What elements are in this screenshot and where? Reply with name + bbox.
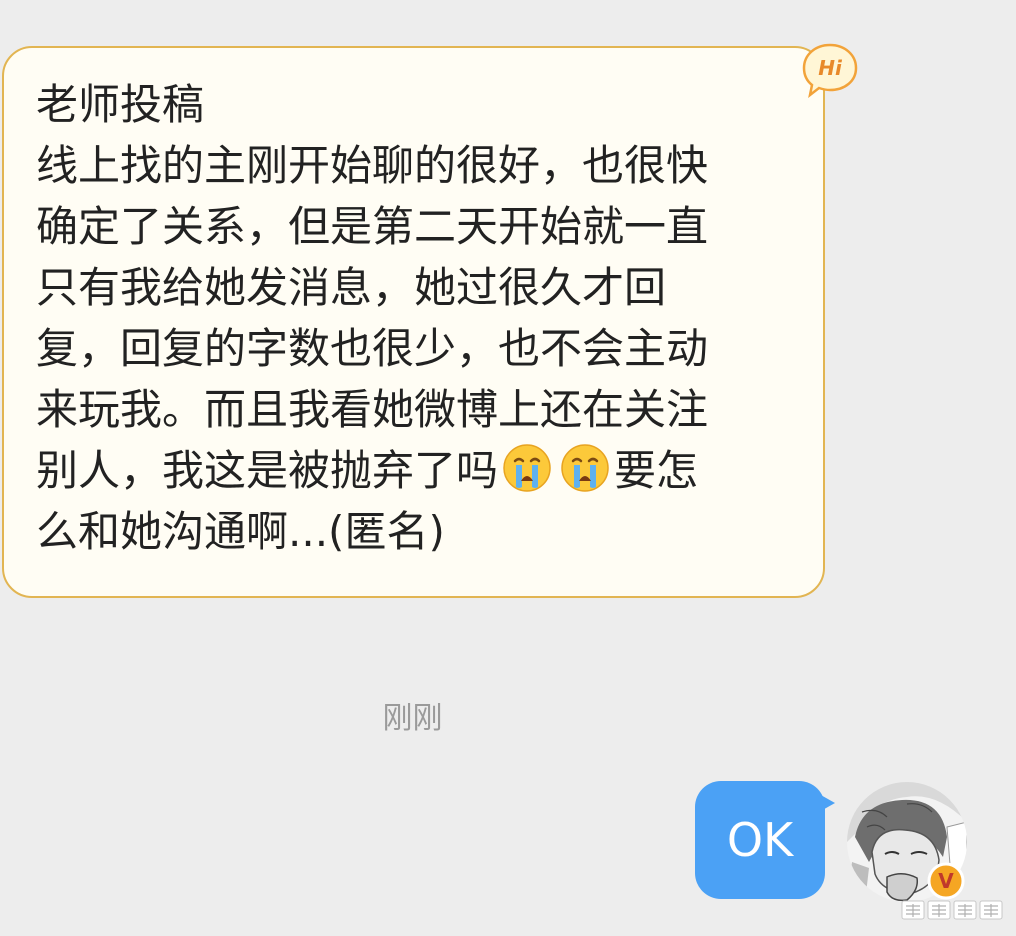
outgoing-message-text: OK [726, 813, 794, 867]
message-body: 线上找的主刚开始聊的很好，也很快 确定了关系，但是第二天开始就一直 只有我给她发… [36, 135, 803, 562]
message-body-part1: 线上找的主刚开始聊的很好，也很快 确定了关系，但是第二天开始就一直 只有我给她发… [36, 141, 709, 495]
outgoing-bubble-tail [819, 794, 835, 812]
message-timestamp: 刚刚 [382, 701, 443, 736]
verified-badge-label: V [938, 869, 954, 893]
outgoing-message-bubble[interactable]: OK [695, 781, 825, 899]
incoming-message-bubble[interactable]: 老师投稿 线上找的主刚开始聊的很好，也很快 确定了关系，但是第二天开始就一直 只… [2, 46, 825, 598]
crying-face-icon [561, 444, 609, 492]
message-title: 老师投稿 [36, 80, 205, 129]
hi-speech-bubble-icon: Hi [802, 43, 858, 98]
weibo-watermark-icon [901, 900, 1003, 920]
hi-badge-label: Hi [818, 56, 843, 80]
crying-face-icon [503, 444, 551, 492]
